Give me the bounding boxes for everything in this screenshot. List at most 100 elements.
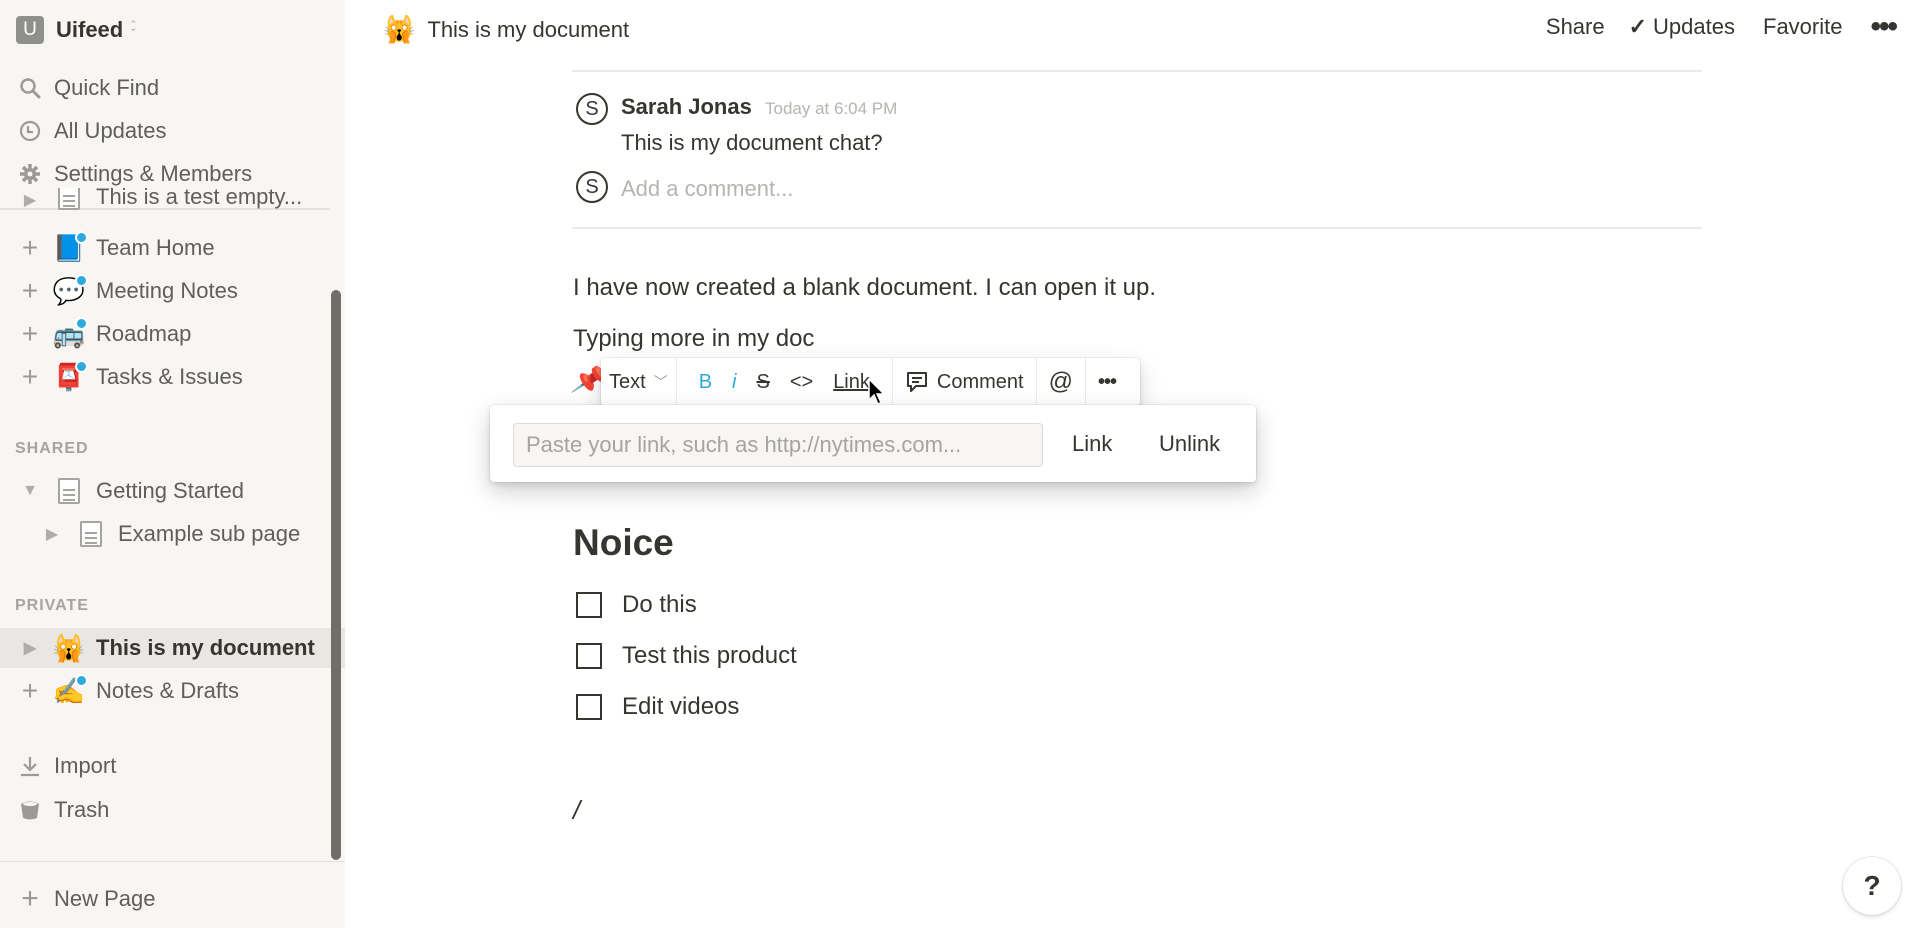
comment-label: Comment [936,370,1024,393]
sidebar-page-meeting-notes[interactable]: + 💬 Meeting Notes [0,271,330,311]
help-button[interactable]: ? [1843,857,1901,915]
new-page-label: New Page [54,886,156,911]
todo-label[interactable]: Test this product [622,642,797,670]
code-button[interactable]: <> [790,371,813,394]
sidebar-page-label: Team Home [96,235,215,260]
sidebar-page-label: This is my document [96,635,315,660]
page-title: This is my document [427,16,630,42]
todo-label[interactable]: Do this [622,591,697,619]
mailbox-emoji-icon: 📮 [52,359,88,393]
page-header: 🙀 This is my document Share ✓ Updates Fa… [345,0,1920,60]
sidebar-page-tasks-issues[interactable]: + 📮 Tasks & Issues [0,357,330,397]
sidebar-page-label: Example sub page [118,521,301,546]
italic-button[interactable]: i [732,371,736,394]
comment-icon [905,370,929,394]
unlink-button[interactable]: Unlink [1159,431,1220,457]
sidebar-page-label: Meeting Notes [96,278,238,303]
clock-icon [16,120,44,142]
sidebar-item-label: Import [54,753,117,778]
expand-triangle-icon: ▶ [23,192,37,209]
block-type-dropdown[interactable]: Text ﹀ [601,358,677,406]
at-icon: @ [1048,368,1073,395]
sidebar-item-all-updates[interactable]: All Updates [0,111,345,151]
link-button[interactable]: Link [833,371,870,394]
plus-icon[interactable]: + [16,318,44,350]
sidebar-page-roadmap[interactable]: + 🚌 Roadmap [0,314,330,354]
todo-label[interactable]: Edit videos [622,693,739,721]
document-icon [74,521,108,547]
comment-top-divider [572,70,1702,72]
sidebar-page-example-sub-page[interactable]: ▶ Example sub page [0,514,330,554]
section-heading-shared: SHARED [15,440,89,457]
mention-button[interactable]: @ [1037,358,1086,406]
todo-checkbox[interactable] [576,694,602,720]
sidebar-item-trash[interactable]: Trash [0,790,345,830]
chevron-down-icon: ﹀ [653,374,668,390]
more-options-icon[interactable]: ••• [1870,12,1897,42]
avatar: S [576,171,608,203]
unread-dot [75,673,88,687]
plus-icon[interactable]: + [16,675,44,707]
bold-button[interactable]: B [699,371,712,394]
plus-icon[interactable]: + [16,232,44,264]
updates-button[interactable]: Updates [1653,14,1735,40]
avatar: S [576,93,608,125]
paragraph-block[interactable]: Typing more in my doc [573,325,814,353]
expand-triangle-icon[interactable]: ▶ [38,524,66,544]
plus-icon[interactable]: + [16,361,44,393]
sidebar-page-label: Notes & Drafts [96,678,240,703]
trash-icon [16,799,44,821]
share-button[interactable]: Share [1546,14,1605,40]
unread-dot [75,316,88,330]
todo-item: Test this product [576,642,797,670]
comment-button[interactable]: Comment [893,358,1037,406]
sidebar-page-this-is-my-document[interactable]: ▶ 🙀 This is my document [0,628,345,668]
heading-block[interactable]: Noice [573,522,674,564]
link-popup: Link Unlink [490,405,1256,482]
unread-dot [75,273,88,287]
sidebar-item-import[interactable]: Import [0,746,345,786]
mouse-cursor-icon [868,378,886,406]
sidebar-item-label: Quick Find [54,75,160,100]
sidebar-item-quick-find[interactable]: Quick Find [0,68,345,108]
sidebar-item-label: All Updates [54,118,167,143]
comment-timestamp: Today at 6:04 PM [765,99,898,118]
expand-triangle-icon[interactable]: ▶ [16,638,44,658]
comment-author: Sarah Jonas [621,94,752,119]
todo-checkbox[interactable] [576,592,602,618]
writing-hand-emoji-icon: ✍️ [52,673,88,707]
sidebar-item-label: Settings & Members [54,161,253,186]
collapse-triangle-icon[interactable]: ▼ [16,482,44,500]
favorite-button[interactable]: Favorite [1763,14,1842,40]
sidebar-page-label: This is a test empty... [96,188,303,209]
sidebar: U Uifeed ˆˇ Quick Find All Updates Setti… [0,0,345,928]
search-icon [16,77,44,99]
text-format-group: B i S <> Link [677,358,893,406]
page-icon [52,188,86,210]
slash-command-text[interactable]: / [573,795,580,826]
sidebar-page-label: Tasks & Issues [96,364,243,389]
speech-bubble-emoji-icon: 💬 [52,273,88,307]
link-url-input[interactable] [513,423,1043,467]
unread-dot [75,359,88,373]
link-confirm-button[interactable]: Link [1072,431,1112,457]
gear-icon [16,163,44,185]
sidebar-page-getting-started[interactable]: ▼ Getting Started [0,471,330,511]
plus-icon[interactable]: + [16,275,44,307]
add-comment-input[interactable]: Add a comment... [621,176,793,202]
sidebar-page-clipped[interactable]: ▶ This is a test empty... [0,188,330,210]
more-options-icon: ••• [1097,370,1117,393]
unread-dot [75,230,88,244]
more-format-button[interactable]: ••• [1086,358,1128,406]
sidebar-page-notes-drafts[interactable]: + ✍️ Notes & Drafts [0,671,330,711]
breadcrumb[interactable]: 🙀 This is my document [383,14,629,45]
sidebar-page-team-home[interactable]: + 📘 Team Home [0,228,330,268]
sidebar-scrollbar[interactable] [331,290,341,860]
todo-checkbox[interactable] [576,643,602,669]
strikethrough-button[interactable]: S [756,371,769,394]
workspace-switcher[interactable]: U Uifeed ˆˇ [16,16,136,44]
new-page-button[interactable]: + New Page [0,879,345,919]
sidebar-bottom-divider [0,861,345,862]
paragraph-block[interactable]: I have now created a blank document. I c… [573,274,1156,302]
comment-bottom-divider [572,227,1702,229]
